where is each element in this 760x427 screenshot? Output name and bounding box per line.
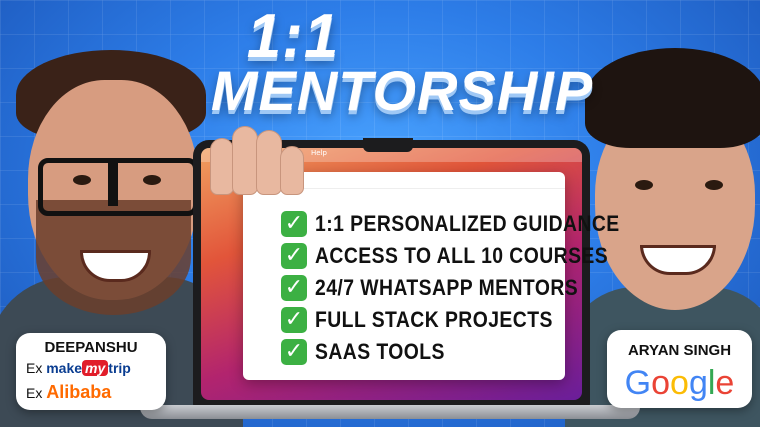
makemytrip-logo-part3: trip: [108, 360, 131, 376]
checkmark-icon: ✓: [281, 307, 307, 333]
mentor-right-name: ARYAN SINGH: [627, 342, 732, 359]
feature-text: 24/7 WHATSAPP MENTORS: [315, 275, 579, 300]
ex-prefix: Ex: [26, 385, 43, 401]
mentor-right-badge: ARYAN SINGH Google: [607, 330, 752, 408]
hand-icon: [210, 108, 305, 195]
makemytrip-logo-part2: my: [82, 360, 109, 376]
feature-item: ✓ 1:1 PERSONALIZED GUIDANCE: [281, 208, 661, 240]
mentor-left-company-2: Ex Alibaba: [26, 382, 111, 403]
mentor-left-badge: DEEPANSHU Ex make my trip Ex Alibaba: [16, 333, 166, 410]
checkmark-icon: ✓: [281, 339, 307, 365]
feature-text: SAAS TOOLS: [315, 339, 445, 364]
feature-item: ✓ SAAS TOOLS: [281, 336, 661, 368]
mentor-left-name: DEEPANSHU: [44, 339, 138, 356]
thumbnail: 1:1 MENTORSHIP Help ✓ 1:1 PERSONALIZED GU…: [0, 0, 760, 427]
mentor-left-company-1: Ex make my trip: [26, 360, 131, 376]
feature-text: 1:1 PERSONALIZED GUIDANCE: [315, 211, 620, 236]
feature-text: FULL STACK PROJECTS: [315, 307, 553, 332]
checkmark-icon: ✓: [281, 243, 307, 269]
makemytrip-logo-part1: make: [46, 360, 83, 376]
checkmark-icon: ✓: [281, 211, 307, 237]
feature-item: ✓ 24/7 WHATSAPP MENTORS: [281, 272, 661, 304]
ex-prefix: Ex: [26, 360, 43, 376]
checkmark-icon: ✓: [281, 275, 307, 301]
alibaba-logo: Alibaba: [46, 382, 112, 402]
feature-card: ✓ 1:1 PERSONALIZED GUIDANCE ✓ ACCESS TO AL…: [243, 172, 619, 380]
google-logo: Google: [624, 364, 735, 402]
feature-item: ✓ FULL STACK PROJECTS: [281, 304, 661, 336]
feature-list: ✓ 1:1 PERSONALIZED GUIDANCE ✓ ACCESS TO AL…: [281, 208, 661, 368]
camera-notch: [363, 138, 413, 152]
laptop-base: [140, 405, 640, 419]
feature-text: ACCESS TO ALL 10 COURSES: [315, 243, 609, 268]
menu-help[interactable]: Help: [311, 149, 327, 157]
feature-item: ✓ ACCESS TO ALL 10 COURSES: [281, 240, 661, 272]
glasses-icon: [38, 158, 198, 216]
